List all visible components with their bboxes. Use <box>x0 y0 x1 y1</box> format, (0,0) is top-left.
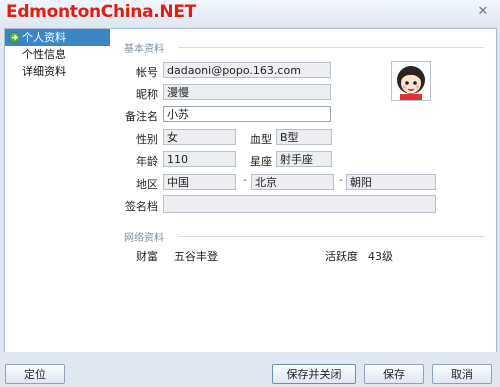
zodiac-field: 射手座 <box>276 151 332 167</box>
activity-value: 43级 <box>368 250 393 263</box>
divider <box>178 236 484 237</box>
activity-label: 活跃度 <box>325 250 358 263</box>
region-province-field: 北京 <box>251 174 334 190</box>
region-country-field: 中国 <box>163 174 236 190</box>
age-field: 110 <box>163 151 236 167</box>
region-city-field: 朝阳 <box>346 174 436 190</box>
remark-label: 备注名 <box>125 110 158 123</box>
region-separator: - <box>243 175 247 186</box>
close-icon[interactable]: ✕ <box>472 3 494 21</box>
sidebar-item-detailed-info[interactable]: 详细资料 <box>5 63 110 80</box>
region-label: 地区 <box>136 178 158 191</box>
blood-type-field: B型 <box>276 129 332 145</box>
signature-field <box>163 195 436 213</box>
sidebar-item-label: 个性信息 <box>22 48 66 61</box>
nickname-field: 漫慢 <box>163 84 331 100</box>
save-button[interactable]: 保存 <box>364 364 424 384</box>
gender-field: 女 <box>163 129 236 145</box>
sidebar: 个人资料 个性信息 详细资料 <box>4 28 111 354</box>
account-label: 帐号 <box>136 66 158 79</box>
gender-label: 性别 <box>136 133 158 146</box>
remark-input[interactable]: 小苏 <box>163 106 331 122</box>
divider <box>178 47 484 48</box>
avatar <box>391 61 431 101</box>
nickname-label: 昵称 <box>136 88 158 101</box>
zodiac-label: 星座 <box>250 155 272 168</box>
locate-button[interactable]: 定位 <box>5 364 65 384</box>
signature-label: 签名档 <box>125 200 158 213</box>
region-separator: - <box>339 175 343 186</box>
wealth-label: 财富 <box>136 250 158 263</box>
network-section-title: 网络资料 <box>124 233 164 244</box>
account-field: dadaoni@popo.163.com <box>163 62 331 78</box>
sidebar-item-personality-info[interactable]: 个性信息 <box>5 46 110 63</box>
blood-type-label: 血型 <box>250 133 272 146</box>
brand-logo-text: EdmontonChina.NET <box>6 2 196 22</box>
cancel-button[interactable]: 取消 <box>432 364 492 384</box>
profile-window: EdmontonChina.NET ✕ 个人资料 个性信息 详细资料 基本资料 … <box>0 0 500 387</box>
sidebar-item-personal-info[interactable]: 个人资料 <box>5 29 110 46</box>
save-and-close-button[interactable]: 保存并关闭 <box>272 364 356 384</box>
sidebar-item-label: 详细资料 <box>22 65 66 78</box>
age-label: 年龄 <box>136 155 158 168</box>
arrow-right-icon <box>9 32 20 43</box>
avatar-cartoon-girl-icon <box>392 62 430 100</box>
bottom-bar: 定位 保存并关闭 保存 取消 <box>0 352 500 387</box>
basic-section-title: 基本资料 <box>124 44 164 55</box>
title-bar: EdmontonChina.NET ✕ <box>0 0 500 28</box>
sidebar-item-label: 个人资料 <box>22 31 66 44</box>
wealth-value: 五谷丰登 <box>174 250 218 263</box>
content-panel: 基本资料 帐号 dadaoni@popo.163.com 昵称 漫慢 备注名 小… <box>110 28 497 354</box>
